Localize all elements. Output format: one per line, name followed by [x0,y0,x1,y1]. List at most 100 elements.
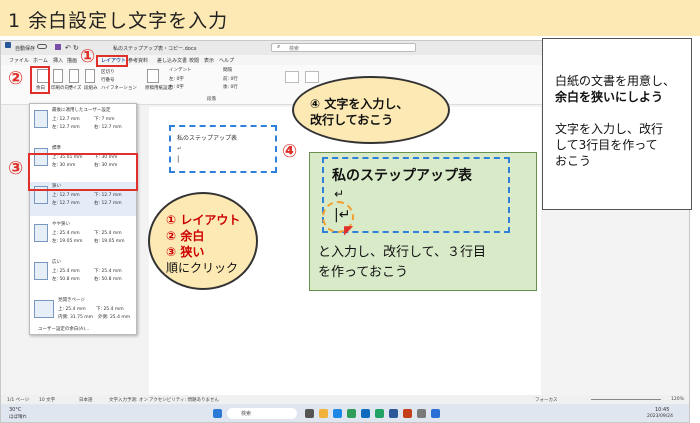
step2-marker: ② [8,68,24,89]
undo-icon[interactable]: ↶ [65,44,71,52]
margin-left-value: 左: 12.7 mm [52,201,80,206]
margin-bottom-value: 下: 25.4 mm [94,269,122,274]
clock-date[interactable]: 2023/09/24 [647,414,673,419]
size-label[interactable]: サイズ [68,85,81,91]
menu-home[interactable]: ホーム [33,57,48,64]
step3-marker: ③ [8,158,24,179]
spacing-before-field[interactable]: 前: 0行 [223,76,238,82]
clock-time[interactable]: 10:45 [655,407,669,413]
autosave-toggle[interactable] [37,44,47,49]
powerpoint-icon[interactable] [403,409,412,418]
bubble-line-2: ② 余白 [166,229,205,243]
menu-references[interactable]: 参考資料 [128,57,148,64]
taskbar-search-label[interactable]: 検索 [241,410,251,417]
word-count[interactable]: 10 文字 [39,397,55,403]
language-indicator[interactable]: 日本語 [79,397,93,403]
narrow-option-highlight [28,153,138,191]
status-bar: 1/1 ページ 10 文字 日本語 文字入力予測: オン アクセシビリティ: 問… [1,395,689,404]
bubble-line-4: 順にクリック [166,261,239,275]
columns-icon[interactable] [85,69,95,83]
margin-option-name: 広い [52,260,61,265]
menu-insert[interactable]: 挿入 [53,57,63,64]
margin-right-value: 右: 12.7 mm [94,125,122,130]
margin-option-name: 標準 [52,146,61,151]
cursor-with-return: |↵ [334,207,351,223]
margin-preview-icon [34,262,48,280]
page-count[interactable]: 1/1 ページ [7,397,29,403]
indent-right-field[interactable]: 右: 0字 [169,84,184,90]
step4-bubble-line2: 改行しておこう [310,113,394,127]
text-prediction[interactable]: 文字入力予測: オン [109,397,148,403]
orientation-icon[interactable] [53,69,63,83]
step4-bubble-line1: ④ 文字を入力し、 [310,97,409,111]
menu-draw[interactable]: 描画 [67,57,77,64]
zoom-level[interactable]: 120% [671,397,684,402]
indent-left-field[interactable]: 左: 0字 [169,76,184,82]
line-numbers-label[interactable]: 行番号 [101,77,115,83]
margin-bottom-value: 下: 7 mm [94,117,115,122]
margin-top-value: 上: 25.4 mm [52,231,80,236]
margin-option-name: やや狭い [52,222,70,227]
search-icon: ⌕ [277,43,281,50]
word-taskbar-icon[interactable] [389,409,398,418]
zoomed-caption-2: を作っておこう [318,265,408,280]
vscode-icon[interactable] [431,409,440,418]
margin-option-mirrored[interactable]: 見開きページ 上: 25.4 mm 下: 25.4 mm 内側: 31.75 m… [30,296,136,330]
excel-icon[interactable] [375,409,384,418]
file-explorer-icon[interactable] [319,409,328,418]
wrap-text-icon[interactable] [305,71,319,83]
steps-callout-bubble: ① レイアウト ② 余白 ③ 狭い 順にクリック [148,192,258,290]
note-line-4: 文字を入力し、改行 [555,122,664,136]
bubble-line-1: ① レイアウト [166,213,241,227]
menu-mailings[interactable]: 差し込み文書 [157,57,187,64]
taskbar-search-box[interactable] [227,408,297,419]
manuscript-icon[interactable] [147,69,159,83]
note-line-2: 余白を狭いにしよう [555,90,664,104]
zoomed-caption-1: と入力し、改行して、３行目 [318,245,486,260]
paragraph-group-label: 段落 [207,97,216,102]
note-line-6: おこう [555,154,592,168]
breaks-label[interactable]: 区切り [101,69,115,75]
search-input[interactable]: 検索 [289,45,299,52]
margin-option-moderate[interactable]: やや狭い 上: 25.4 mm 下: 25.4 mm 左: 19.05 mm 右… [30,220,136,254]
margin-inside-value: 内側: 31.75 mm [58,315,94,320]
zoom-slider[interactable] [591,399,661,400]
weather-temp[interactable]: 30°C [9,407,21,413]
menu-file[interactable]: ファイル [9,57,29,64]
menu-view[interactable]: 表示 [204,57,214,64]
margin-bottom-value: 下: 25.4 mm [96,307,124,312]
columns-label[interactable]: 段組み [84,85,98,91]
indent-label: インデント [169,68,192,73]
zoomed-title-text: 私のステップアップ表 [332,168,472,184]
store-icon[interactable] [347,409,356,418]
margin-preview-icon [34,110,48,128]
size-icon[interactable] [69,69,79,83]
margin-preview-icon [34,300,54,318]
task-view-icon[interactable] [305,409,314,418]
menu-help[interactable]: ヘルプ [219,57,234,64]
margin-option-last-custom[interactable]: 最後に適用したユーザー設定 上: 12.7 mm 下: 7 mm 左: 12.7… [30,106,136,140]
margin-option-wide[interactable]: 広い 上: 25.4 mm 下: 25.4 mm 左: 50.8 mm 右: 5… [30,258,136,292]
note-line-5: して3行目を作って [555,138,658,152]
spacing-after-field[interactable]: 後: 0行 [223,84,238,90]
step1-marker: ① [80,46,96,67]
step4-marker: ④ [282,141,298,162]
manuscript-label[interactable]: 原稿用紙設定 [145,85,172,91]
outlook-icon[interactable] [361,409,370,418]
menu-review[interactable]: 校閲 [189,57,199,64]
save-icon[interactable] [55,44,61,50]
weather-desc[interactable]: ほぼ晴れ [9,414,27,420]
hyphenation-label[interactable]: ハイフネーション [101,85,137,91]
custom-margins-link[interactable]: ユーザー設定の余白(A)... [38,326,89,332]
position-icon[interactable] [285,71,299,83]
autosave-label[interactable]: 自動保存 [15,45,35,52]
bubble-line-3: ③ 狭い [166,245,205,259]
margin-right-value: 右: 19.05 mm [94,239,125,244]
margin-option-name: 見開きページ [58,298,85,303]
start-icon[interactable] [213,409,222,418]
accessibility-status[interactable]: アクセシビリティ: 問題ありません [149,397,219,403]
edge-icon[interactable] [333,409,342,418]
app-icon[interactable] [417,409,426,418]
focus-mode[interactable]: フォーカス [535,397,558,403]
redo-icon[interactable]: ↻ [73,44,79,52]
